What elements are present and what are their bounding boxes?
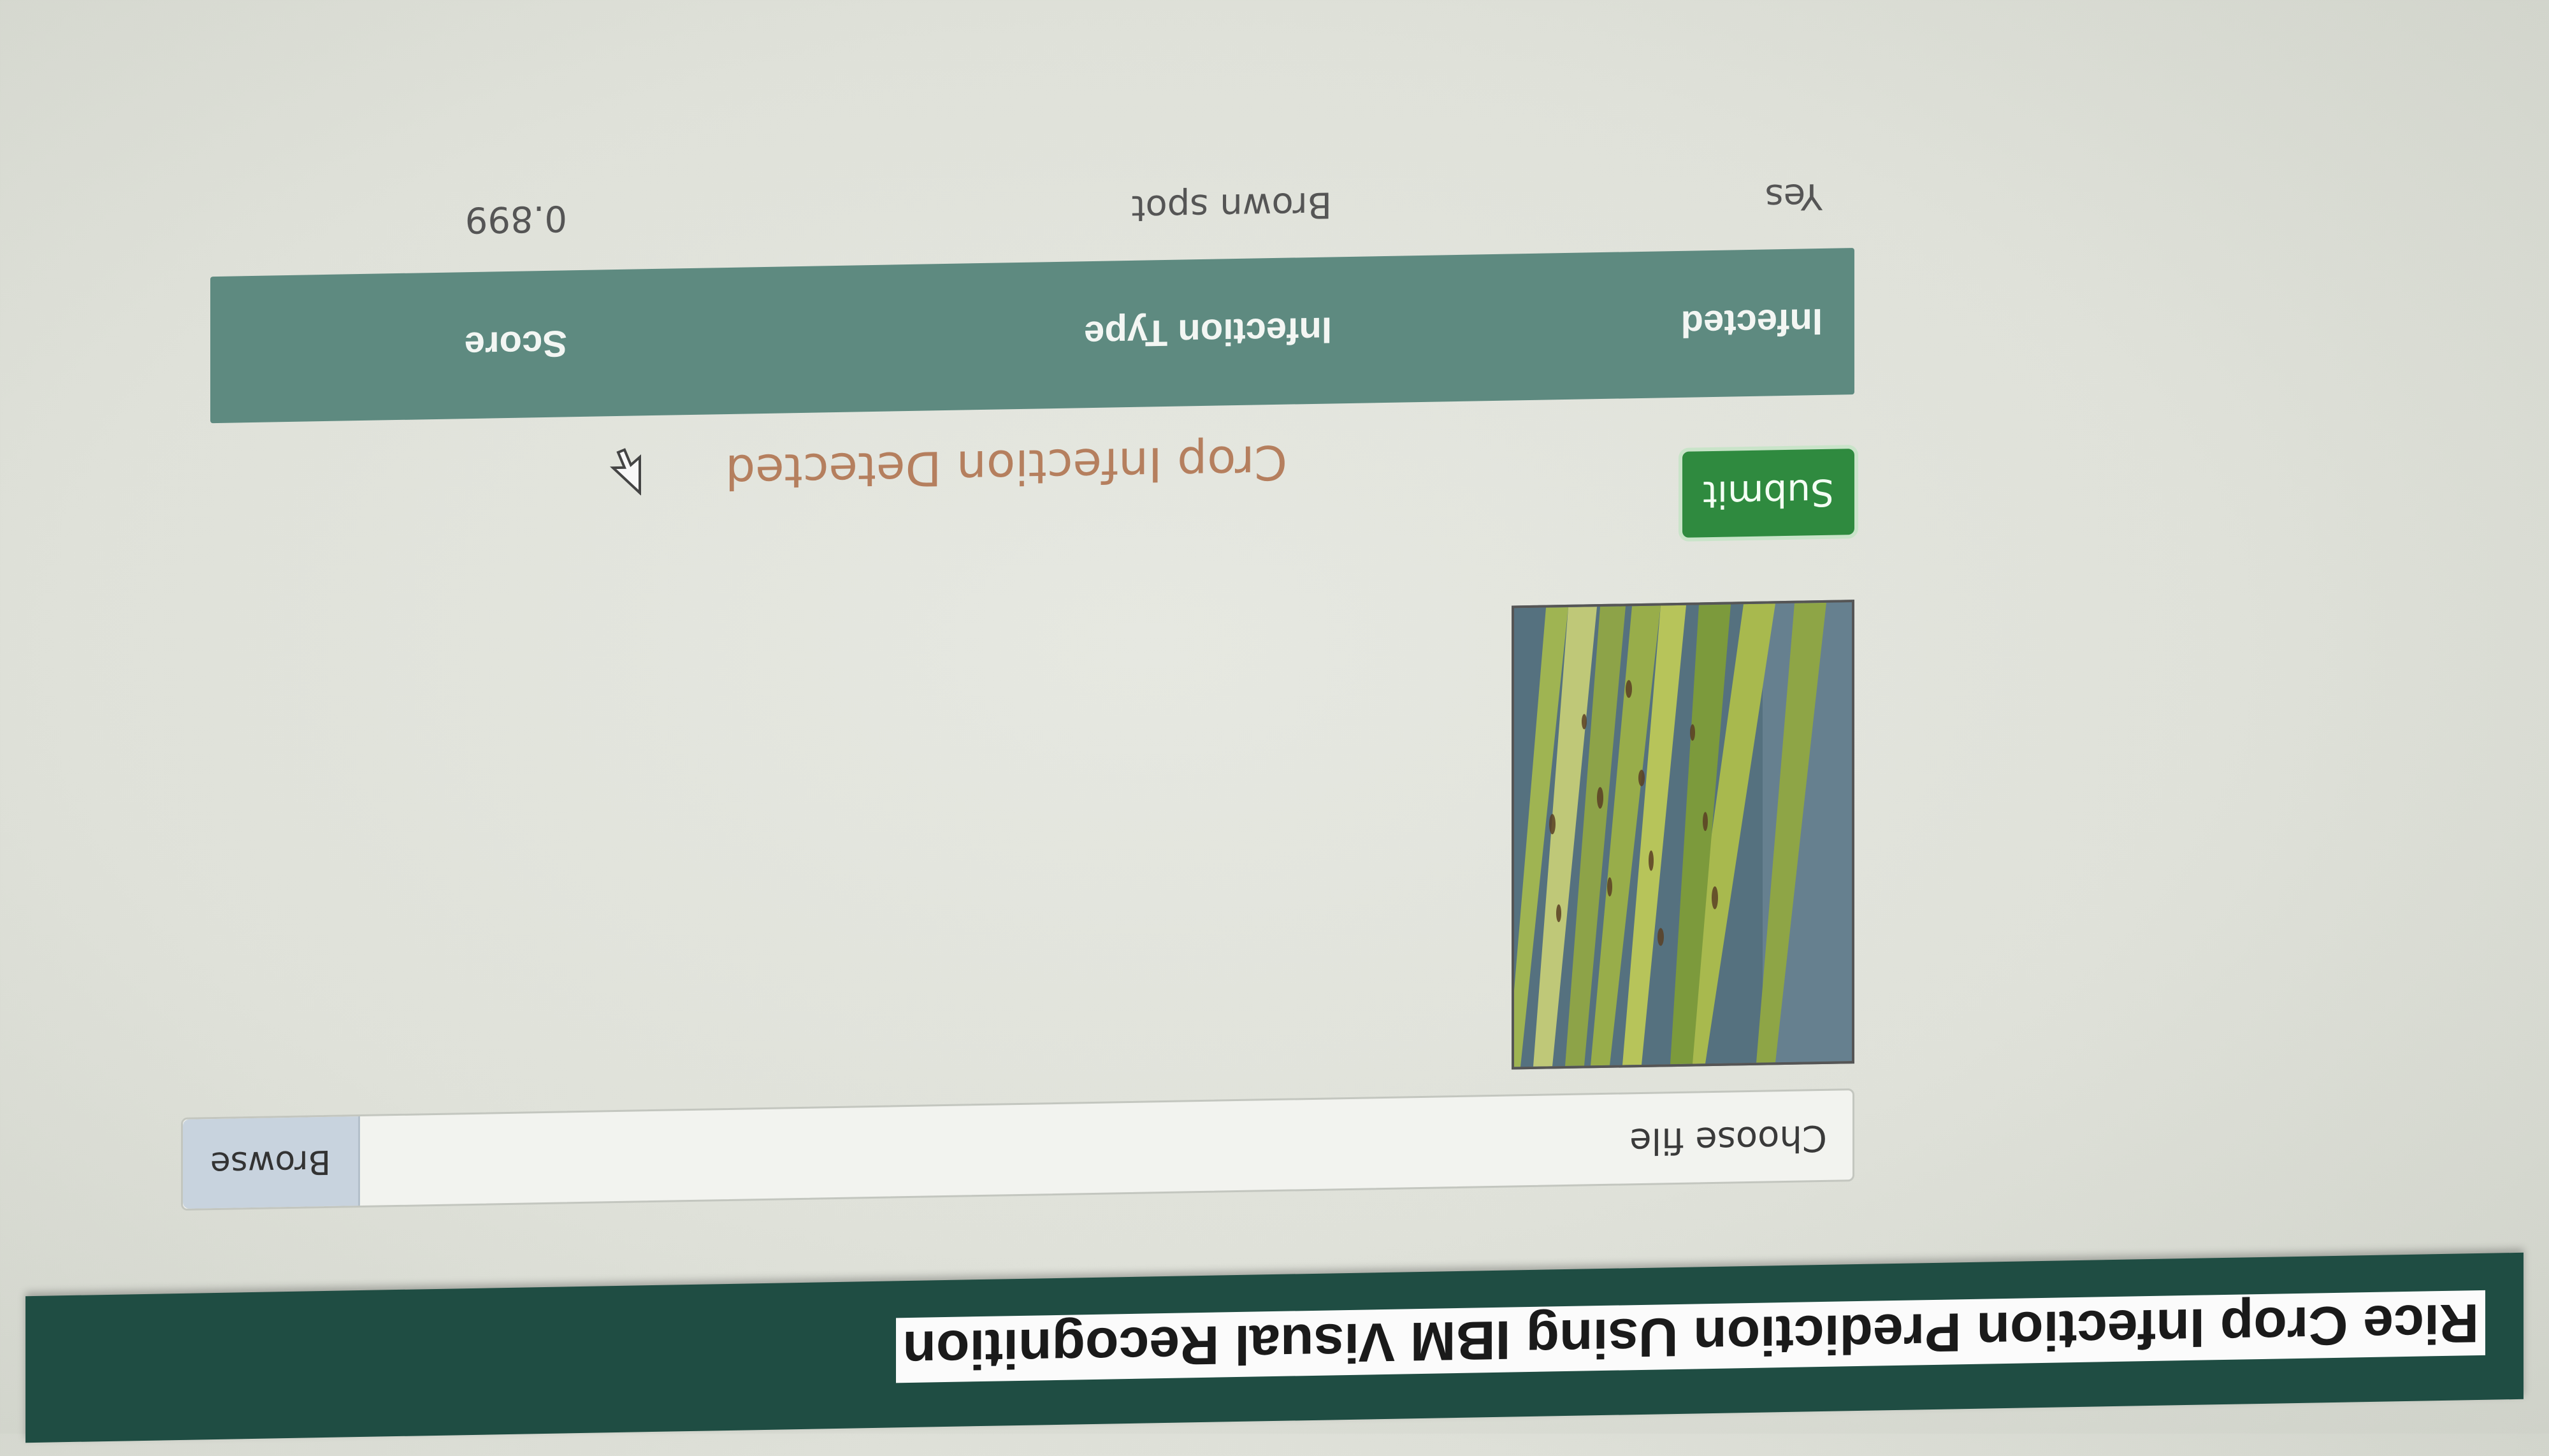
file-input[interactable]: Choose file Browse <box>181 1088 1854 1211</box>
file-upload-row: Choose file Browse <box>181 1086 1854 1211</box>
file-input-label: Choose file <box>1629 1116 1827 1162</box>
app-title: Rice Crop Infection Prediction Using IBM… <box>896 1290 2485 1383</box>
results-table: Infected Infection Type Score Yes Brown … <box>210 140 1854 424</box>
cell-score: 0.899 <box>465 197 567 241</box>
mouse-pointer-icon <box>610 448 641 496</box>
column-header-infected: Infected <box>1680 300 1823 345</box>
table-header: Infected Infection Type Score <box>210 248 1854 424</box>
uploaded-crop-image <box>1512 600 1854 1070</box>
rice-leaves-photo <box>1514 602 1852 1067</box>
screen: Rice Crop Infection Prediction Using IBM… <box>0 0 2549 1456</box>
result-title: Crop Infection Detected <box>725 434 1287 500</box>
cell-infection-type: Brown spot <box>1131 184 1332 229</box>
app-header: Rice Crop Infection Prediction Using IBM… <box>25 1252 2524 1443</box>
column-header-score: Score <box>464 322 567 366</box>
cell-infected: Yes <box>1765 175 1823 218</box>
submit-button[interactable]: Submit <box>1682 449 1854 538</box>
column-header-infection-type: Infection Type <box>1084 309 1332 356</box>
browse-button[interactable]: Browse <box>183 1116 360 1209</box>
